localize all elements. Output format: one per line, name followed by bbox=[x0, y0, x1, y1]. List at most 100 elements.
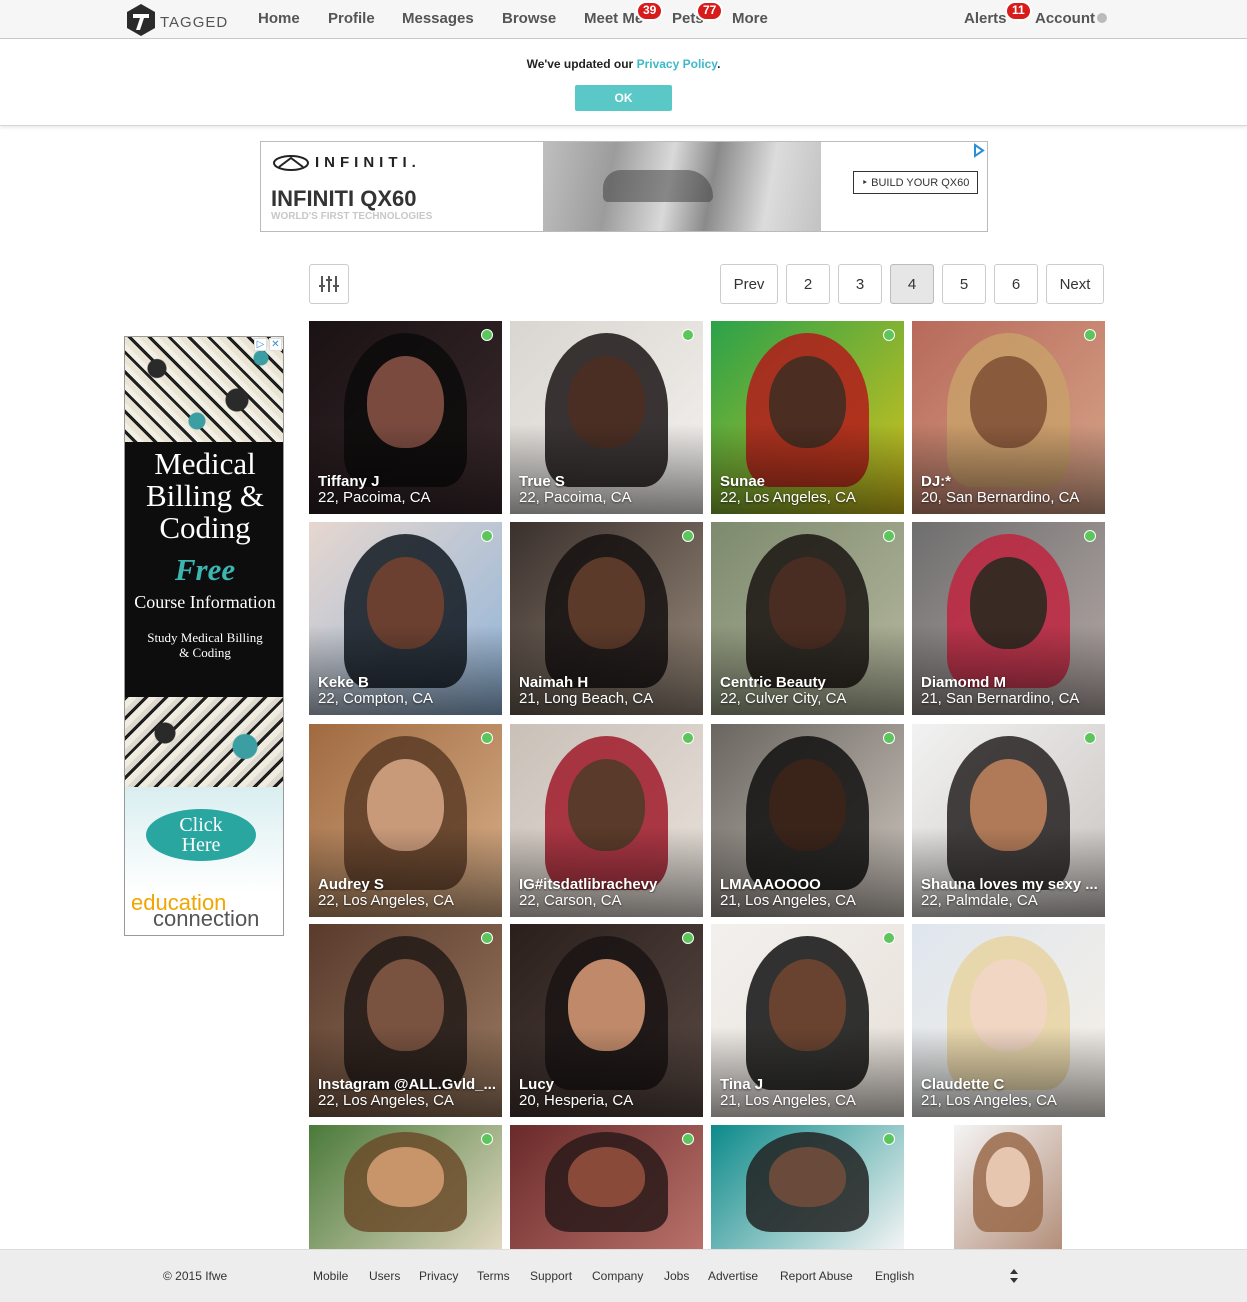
side-ad-text-panel: Medical Billing & Coding Free Course Inf… bbox=[125, 442, 283, 697]
nav-alerts[interactable]: Alerts 11 bbox=[964, 1, 1032, 27]
banner-ad-car-photo bbox=[543, 142, 821, 231]
privacy-notice-message: We've updated our bbox=[526, 57, 634, 71]
pagination-page-2[interactable]: 2 bbox=[786, 264, 830, 304]
banner-ad[interactable]: INFINITI. INFINITI QX60 WORLD'S FIRST TE… bbox=[260, 141, 988, 232]
profile-name: Naimah H bbox=[519, 674, 589, 691]
online-status-icon bbox=[682, 329, 694, 341]
profile-card[interactable]: Tiffany J 22, Pacoima, CA bbox=[309, 321, 502, 514]
adchoices-icon[interactable]: ▷ bbox=[254, 338, 267, 351]
profile-location: 22, Carson, CA bbox=[519, 892, 622, 909]
side-ad-headline-line-1: Medical bbox=[154, 446, 256, 481]
privacy-ok-button[interactable]: OK bbox=[575, 85, 672, 111]
nav-home[interactable]: Home bbox=[258, 10, 300, 27]
online-status-icon bbox=[883, 329, 895, 341]
profile-card[interactable]: True S 22, Pacoima, CA bbox=[510, 321, 703, 514]
side-ad-study: Study Medical Billing & Coding bbox=[125, 630, 283, 660]
footer-link-jobs[interactable]: Jobs bbox=[664, 1269, 689, 1283]
nav-more[interactable]: More bbox=[732, 10, 768, 27]
side-ad-choices[interactable]: ▷ ✕ bbox=[254, 338, 282, 351]
online-status-icon bbox=[481, 1133, 493, 1145]
footer-link-support[interactable]: Support bbox=[530, 1269, 572, 1283]
banner-ad-cta-button[interactable]: ‣ BUILD YOUR QX60 bbox=[853, 171, 978, 194]
profile-name: Tina J bbox=[720, 1076, 764, 1093]
tagged-logo[interactable]: TAGGED bbox=[124, 3, 228, 37]
profile-photo bbox=[510, 1125, 703, 1249]
online-status-icon bbox=[1084, 329, 1096, 341]
infiniti-logo-icon bbox=[273, 154, 309, 171]
profile-card[interactable]: Naimah H 21, Long Beach, CA bbox=[510, 522, 703, 715]
nav-browse[interactable]: Browse bbox=[502, 10, 556, 27]
banner-ad-title: INFINITI QX60 bbox=[271, 186, 417, 211]
nav-meet-me[interactable]: Meet Me 39 bbox=[584, 1, 664, 27]
profile-name: Diamomd M bbox=[921, 674, 1007, 691]
footer-link-mobile[interactable]: Mobile bbox=[313, 1269, 348, 1283]
profile-card[interactable] bbox=[309, 1125, 502, 1249]
online-status-icon bbox=[883, 732, 895, 744]
online-status-icon bbox=[883, 932, 895, 944]
profile-card[interactable]: Centric Beauty 22, Culver City, CA bbox=[711, 522, 904, 715]
profile-card[interactable]: Instagram @ALL.Gvld_... 22, Los Angeles, … bbox=[309, 924, 502, 1117]
footer-link-terms[interactable]: Terms bbox=[477, 1269, 510, 1283]
profile-name: Instagram @ALL.Gvld_... bbox=[318, 1076, 496, 1093]
profile-card[interactable]: DJ:* 20, San Bernardino, CA bbox=[912, 321, 1105, 514]
account-status-icon bbox=[1097, 13, 1107, 23]
profile-name: True S bbox=[519, 473, 565, 490]
profile-name: Claudette C bbox=[921, 1076, 1005, 1093]
profile-name: Sunae bbox=[720, 473, 766, 490]
close-ad-icon[interactable]: ✕ bbox=[269, 338, 282, 351]
skyscraper-ad[interactable]: Medical Billing & Coding Free Course Inf… bbox=[124, 336, 284, 936]
online-status-icon bbox=[481, 732, 493, 744]
side-ad-headline-line-2: Billing & bbox=[146, 478, 264, 513]
privacy-policy-link[interactable]: Privacy Policy bbox=[637, 57, 718, 71]
profile-location: 22, Los Angeles, CA bbox=[318, 892, 454, 909]
profile-name: LMAAAOOOO bbox=[720, 876, 821, 893]
online-status-icon bbox=[682, 530, 694, 542]
footer-language-select[interactable]: English bbox=[875, 1269, 914, 1283]
footer-link-report-abuse[interactable]: Report Abuse bbox=[780, 1269, 853, 1283]
nav-alerts-label: Alerts bbox=[964, 10, 1007, 27]
profile-card[interactable]: Keke B 22, Compton, CA bbox=[309, 522, 502, 715]
profile-card[interactable]: Audrey S 22, Los Angeles, CA bbox=[309, 724, 502, 917]
profile-location: 22, Los Angeles, CA bbox=[720, 489, 856, 506]
profile-card[interactable]: Tina J 21, Los Angeles, CA bbox=[711, 924, 904, 1117]
pagination-page-6[interactable]: 6 bbox=[994, 264, 1038, 304]
profile-photo bbox=[711, 1125, 904, 1249]
profile-card[interactable] bbox=[711, 1125, 904, 1249]
side-ad-click-here-button[interactable]: Click Here bbox=[146, 809, 256, 861]
pagination-prev-button[interactable]: Prev bbox=[720, 264, 778, 304]
nav-account[interactable]: Account bbox=[1035, 10, 1107, 27]
profile-card[interactable] bbox=[954, 1125, 1062, 1249]
pagination-page-3[interactable]: 3 bbox=[838, 264, 882, 304]
footer-link-privacy[interactable]: Privacy bbox=[419, 1269, 458, 1283]
adchoices-icon[interactable] bbox=[971, 143, 986, 158]
nav-profile[interactable]: Profile bbox=[328, 10, 375, 27]
profile-card[interactable]: IG#itsdatlibrachevy 22, Carson, CA bbox=[510, 724, 703, 917]
profile-card[interactable]: LMAAAOOOO 21, Los Angeles, CA bbox=[711, 724, 904, 917]
pagination-page-5[interactable]: 5 bbox=[942, 264, 986, 304]
profile-card[interactable]: Shauna loves my sexy ... 22, Palmdale, CA bbox=[912, 724, 1105, 917]
side-ad-study-line-1: Study Medical Billing bbox=[147, 630, 263, 645]
nav-pets[interactable]: Pets 77 bbox=[672, 1, 724, 27]
filter-sliders-icon bbox=[319, 276, 339, 292]
online-status-icon bbox=[883, 1133, 895, 1145]
online-status-icon bbox=[682, 1133, 694, 1145]
filter-button[interactable] bbox=[309, 264, 349, 304]
side-ad-headline-line-3: Coding bbox=[159, 510, 251, 545]
profile-card[interactable] bbox=[510, 1125, 703, 1249]
language-select-arrows-icon[interactable] bbox=[1008, 1267, 1020, 1285]
profile-name: Centric Beauty bbox=[720, 674, 826, 691]
footer-link-users[interactable]: Users bbox=[369, 1269, 400, 1283]
pagination-next-button[interactable]: Next bbox=[1046, 264, 1104, 304]
online-status-icon bbox=[1084, 530, 1096, 542]
footer-copyright: © 2015 Ifwe bbox=[163, 1269, 228, 1283]
footer-link-company[interactable]: Company bbox=[592, 1269, 643, 1283]
side-ad-study-line-2: & Coding bbox=[179, 645, 231, 660]
profile-photo-face bbox=[567, 1147, 646, 1207]
footer-link-advertise[interactable]: Advertise bbox=[708, 1269, 758, 1283]
profile-card[interactable]: Lucy 20, Hesperia, CA bbox=[510, 924, 703, 1117]
profile-card[interactable]: Diamomd M 21, San Bernardino, CA bbox=[912, 522, 1105, 715]
profile-card[interactable]: Sunae 22, Los Angeles, CA bbox=[711, 321, 904, 514]
nav-messages[interactable]: Messages bbox=[402, 10, 474, 27]
pagination-page-4-current[interactable]: 4 bbox=[890, 264, 934, 304]
profile-card[interactable]: Claudette C 21, Los Angeles, CA bbox=[912, 924, 1105, 1117]
